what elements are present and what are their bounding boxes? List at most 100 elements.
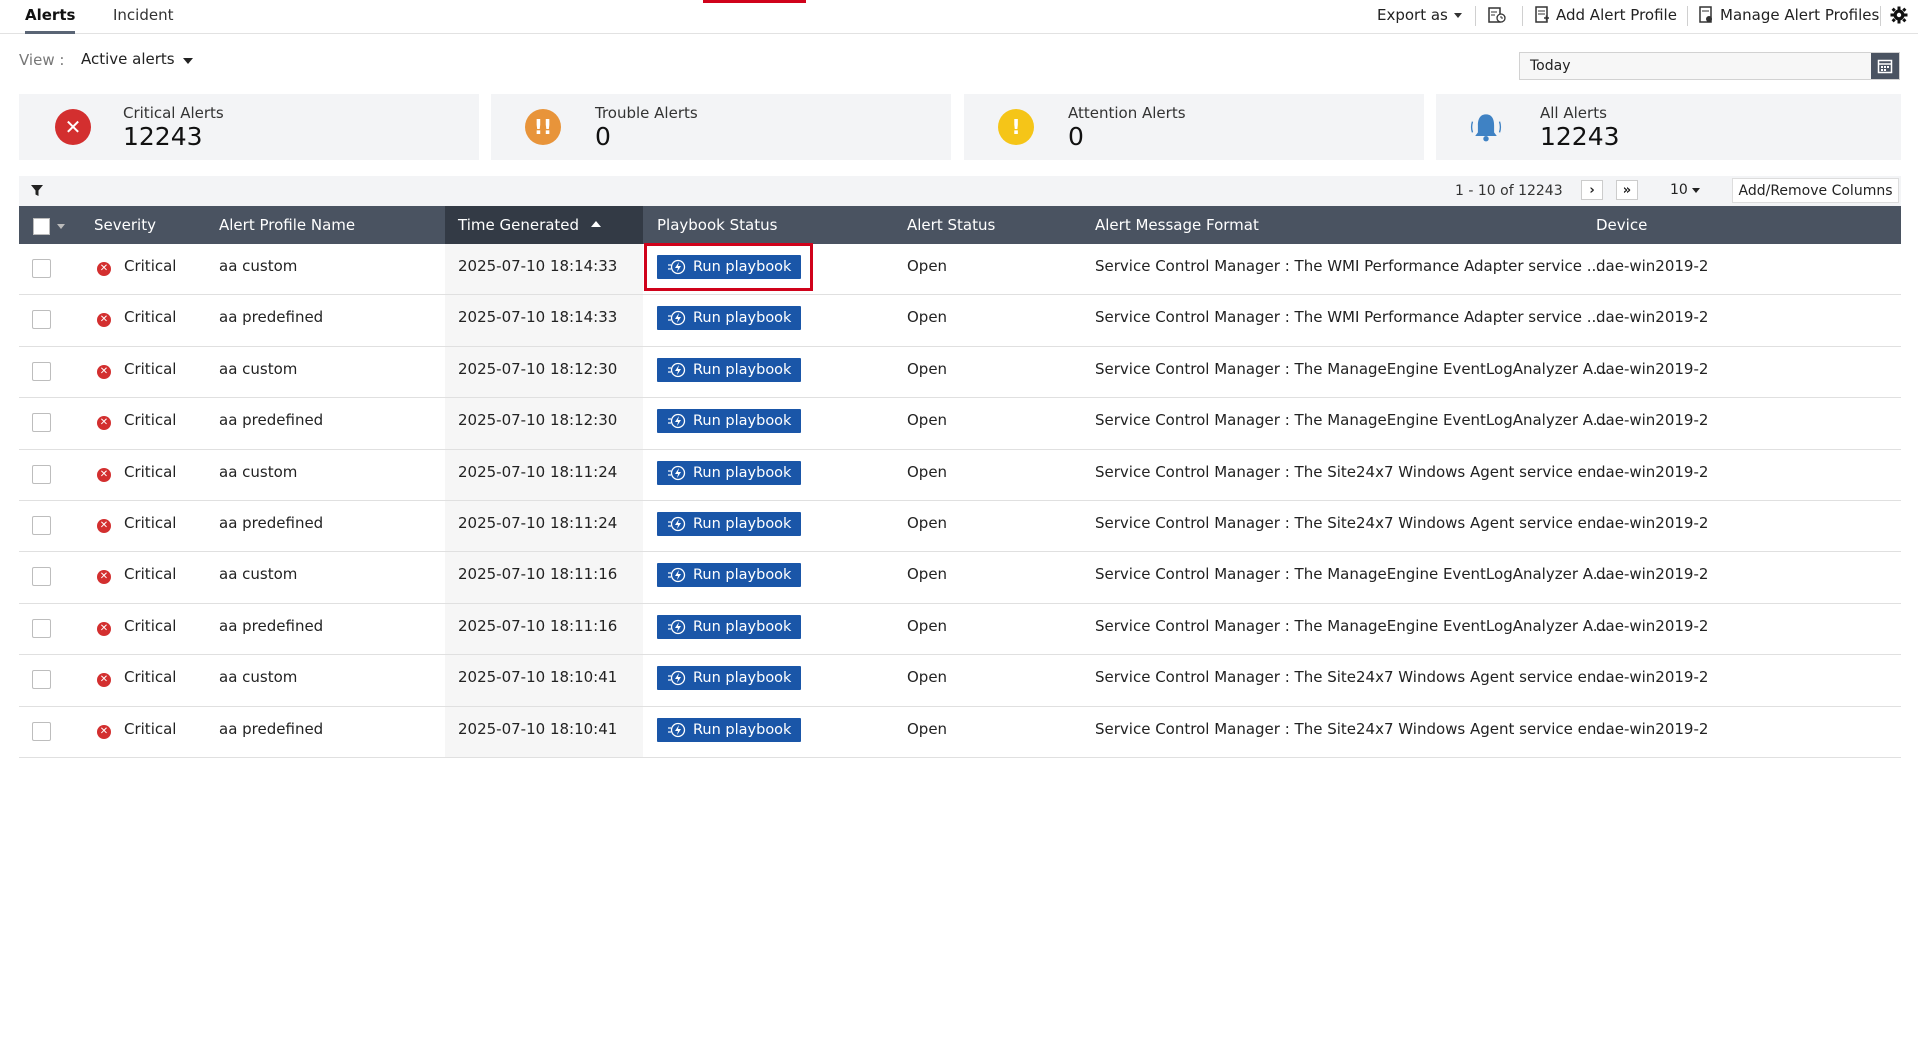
row-checkbox[interactable] xyxy=(32,464,51,484)
run-playbook-label: Run playbook xyxy=(693,310,792,327)
manage-alert-profiles-button[interactable]: Manage Alert Profiles xyxy=(1698,3,1879,27)
column-header-playbook-status[interactable]: Playbook Status xyxy=(657,206,777,244)
device-cell[interactable]: dae-win2019-2 xyxy=(1596,668,1708,686)
critical-alerts-card[interactable]: ✕ Critical Alerts 12243 xyxy=(19,94,479,160)
chevron-down-icon[interactable] xyxy=(57,224,65,229)
table-row[interactable]: ✕ Critical aa custom 2025-07-10 18:11:24… xyxy=(19,449,1901,501)
alert-profile-name-cell[interactable]: aa predefined xyxy=(219,308,323,326)
run-playbook-label: Run playbook xyxy=(693,618,792,635)
alert-profile-name-cell[interactable]: aa custom xyxy=(219,565,297,583)
column-header-severity[interactable]: Severity xyxy=(94,206,156,244)
device-cell[interactable]: dae-win2019-2 xyxy=(1596,514,1708,532)
column-header-time-generated[interactable]: Time Generated xyxy=(445,206,643,244)
row-checkbox[interactable] xyxy=(32,413,51,433)
alert-status-cell: Open xyxy=(907,668,948,687)
table-row[interactable]: ✕ Critical aa predefined 2025-07-10 18:1… xyxy=(19,398,1901,450)
alert-status-cell: Open xyxy=(907,565,948,584)
schedule-report-button[interactable] xyxy=(1487,3,1507,27)
alert-message-cell[interactable]: Service Control Manager : The Site24x7 W… xyxy=(1095,720,1611,738)
page-size-select[interactable]: 10 xyxy=(1670,180,1700,200)
device-cell[interactable]: dae-win2019-2 xyxy=(1596,463,1708,481)
table-row[interactable]: ✕ Critical aa custom 2025-07-10 18:14:33… xyxy=(19,244,1901,296)
next-page-button[interactable]: › xyxy=(1581,180,1603,200)
tab-incident[interactable]: Incident xyxy=(113,0,173,34)
column-header-device[interactable]: Device xyxy=(1596,206,1647,244)
alert-message-cell[interactable]: Service Control Manager : The Site24x7 W… xyxy=(1095,668,1611,686)
device-cell[interactable]: dae-win2019-2 xyxy=(1596,411,1708,429)
row-checkbox[interactable] xyxy=(32,567,51,587)
add-remove-columns-button[interactable]: Add/Remove Columns xyxy=(1732,178,1899,203)
alert-message-cell[interactable]: Service Control Manager : The ManageEngi… xyxy=(1095,565,1607,583)
alert-message-cell[interactable]: Service Control Manager : The ManageEngi… xyxy=(1095,411,1607,429)
alert-message-cell[interactable]: Service Control Manager : The Site24x7 W… xyxy=(1095,514,1611,532)
run-playbook-button[interactable]: Run playbook xyxy=(657,717,801,742)
table-row[interactable]: ✕ Critical aa predefined 2025-07-10 18:1… xyxy=(19,603,1901,656)
column-header-alert-profile-name[interactable]: Alert Profile Name xyxy=(219,206,355,244)
chevron-down-icon xyxy=(1453,12,1462,18)
alert-profile-name-cell[interactable]: aa custom xyxy=(219,463,297,481)
alert-message-cell[interactable]: Service Control Manager : The Site24x7 W… xyxy=(1095,463,1611,481)
attention-alerts-card[interactable]: ! Attention Alerts 0 xyxy=(964,94,1424,160)
device-cell[interactable]: dae-win2019-2 xyxy=(1596,565,1708,583)
row-checkbox[interactable] xyxy=(32,618,51,638)
device-cell[interactable]: dae-win2019-2 xyxy=(1596,617,1708,635)
alert-profile-name-cell[interactable]: aa predefined xyxy=(219,514,323,532)
run-playbook-button[interactable]: Run playbook xyxy=(657,460,801,485)
alert-message-cell[interactable]: Service Control Manager : The WMI Perfor… xyxy=(1095,257,1601,275)
run-playbook-button[interactable]: Run playbook xyxy=(657,306,801,331)
lightning-icon xyxy=(668,311,686,326)
table-header: Severity Alert Profile Name Time Generat… xyxy=(19,206,1901,244)
alert-profile-name-cell[interactable]: aa predefined xyxy=(219,411,323,429)
row-checkbox[interactable] xyxy=(32,361,51,381)
row-checkbox[interactable] xyxy=(32,721,51,741)
alert-profile-name-cell[interactable]: aa custom xyxy=(219,360,297,378)
card-count: 12243 xyxy=(1540,122,1620,151)
all-alerts-card[interactable]: All Alerts 12243 xyxy=(1436,94,1901,160)
table-row[interactable]: ✕ Critical aa predefined 2025-07-10 18:1… xyxy=(19,295,1901,347)
run-playbook-button[interactable]: Run playbook xyxy=(657,409,801,434)
table-row[interactable]: ✕ Critical aa predefined 2025-07-10 18:1… xyxy=(19,500,1901,553)
critical-severity-icon: ✕ xyxy=(97,724,111,739)
select-all-checkbox[interactable] xyxy=(33,218,50,235)
row-checkbox[interactable] xyxy=(32,259,51,278)
date-range-picker[interactable]: Today xyxy=(1519,52,1900,80)
alert-profile-name-cell[interactable]: aa custom xyxy=(219,668,297,686)
run-playbook-button[interactable]: Run playbook xyxy=(657,563,801,588)
device-cell[interactable]: dae-win2019-2 xyxy=(1596,360,1708,378)
column-header-alert-message-format[interactable]: Alert Message Format xyxy=(1095,206,1259,244)
alert-profile-name-cell[interactable]: aa predefined xyxy=(219,720,323,738)
device-cell[interactable]: dae-win2019-2 xyxy=(1596,720,1708,738)
run-playbook-button[interactable]: Run playbook xyxy=(657,666,801,691)
trouble-alerts-card[interactable]: !! Trouble Alerts 0 xyxy=(491,94,951,160)
lightning-icon xyxy=(668,362,686,377)
table-row[interactable]: ✕ Critical aa custom 2025-07-10 18:10:41… xyxy=(19,655,1901,707)
row-checkbox[interactable] xyxy=(32,670,51,690)
table-row[interactable]: ✕ Critical aa custom 2025-07-10 18:12:30… xyxy=(19,346,1901,399)
device-cell[interactable]: dae-win2019-2 xyxy=(1596,257,1708,275)
export-button[interactable]: Export as xyxy=(1377,3,1462,27)
row-checkbox[interactable] xyxy=(32,515,51,535)
column-header-alert-status[interactable]: Alert Status xyxy=(907,206,995,244)
run-playbook-button[interactable]: Run playbook xyxy=(657,614,801,639)
run-playbook-button[interactable]: Run playbook xyxy=(657,511,801,536)
table-row[interactable]: ✕ Critical aa predefined 2025-07-10 18:1… xyxy=(19,706,1901,758)
last-page-button[interactable]: » xyxy=(1616,180,1638,200)
run-playbook-button[interactable]: Run playbook xyxy=(657,255,801,279)
calendar-button[interactable] xyxy=(1871,53,1899,79)
alert-profile-name-cell[interactable]: aa predefined xyxy=(219,617,323,635)
filter-icon[interactable] xyxy=(31,185,43,197)
run-playbook-button[interactable]: Run playbook xyxy=(657,357,801,382)
tab-alerts[interactable]: Alerts xyxy=(25,0,76,34)
row-checkbox[interactable] xyxy=(32,310,51,330)
table-row[interactable]: ✕ Critical aa custom 2025-07-10 18:11:16… xyxy=(19,552,1901,604)
severity-cell: Critical xyxy=(124,462,177,481)
alert-profile-name-cell[interactable]: aa custom xyxy=(219,257,297,275)
lightning-icon xyxy=(668,414,686,429)
alert-message-cell[interactable]: Service Control Manager : The ManageEngi… xyxy=(1095,360,1607,378)
add-alert-profile-button[interactable]: Add Alert Profile xyxy=(1534,3,1677,27)
device-cell[interactable]: dae-win2019-2 xyxy=(1596,308,1708,326)
settings-button[interactable] xyxy=(1890,3,1908,27)
view-selector[interactable]: Active alerts xyxy=(81,50,193,68)
alert-message-cell[interactable]: Service Control Manager : The ManageEngi… xyxy=(1095,617,1607,635)
alert-message-cell[interactable]: Service Control Manager : The WMI Perfor… xyxy=(1095,308,1601,326)
